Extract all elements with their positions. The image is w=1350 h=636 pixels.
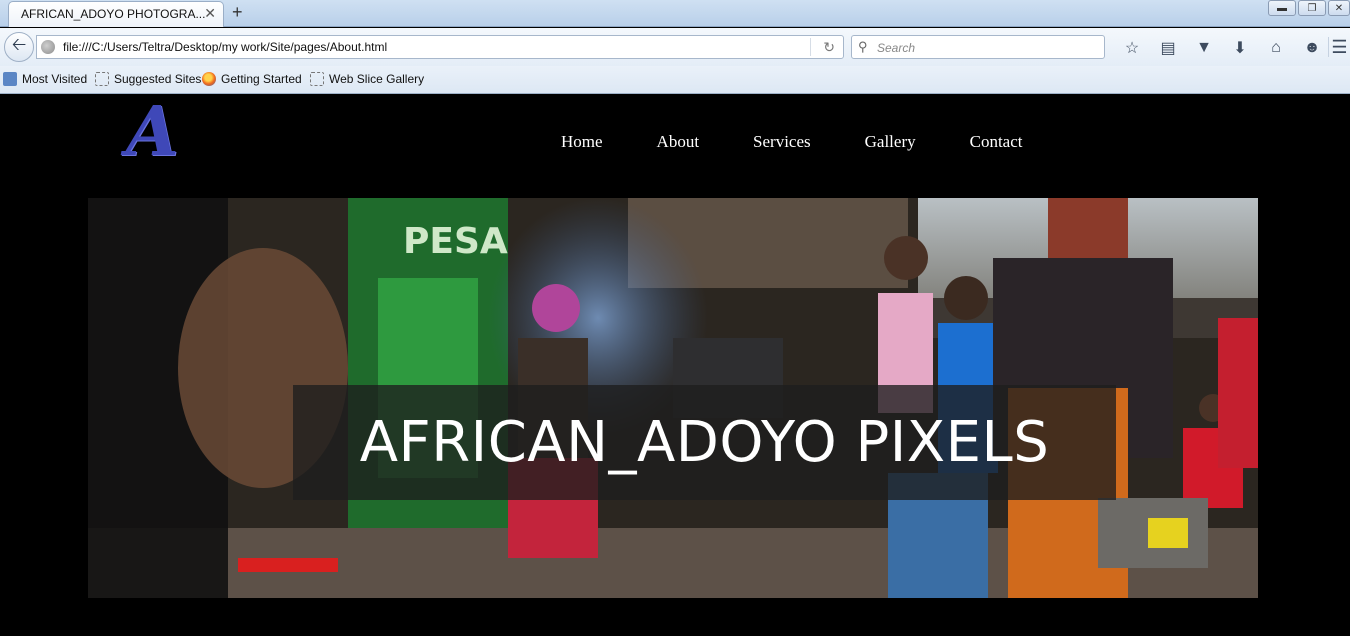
restore-icon[interactable]: ❐ xyxy=(1298,0,1326,16)
chat-icon[interactable]: ☻ xyxy=(1294,37,1330,59)
hero-image: PESA AFRICAN_ADOYO PIXELS xyxy=(88,198,1258,598)
bookmarks-toolbar: Most Visited Suggested Sites Getting Sta… xyxy=(0,66,1350,94)
bookmark-getting-started[interactable]: Getting Started xyxy=(202,72,302,86)
bookmark-label: Web Slice Gallery xyxy=(329,72,425,86)
search-icon: ⚲ xyxy=(858,39,868,54)
bookmark-label: Suggested Sites xyxy=(114,72,202,86)
hamburger-menu-icon[interactable]: ☰ xyxy=(1328,37,1350,57)
pocket-icon[interactable]: ▼ xyxy=(1186,37,1222,59)
home-icon[interactable]: ⌂ xyxy=(1258,37,1294,59)
bookmark-most-visited[interactable]: Most Visited xyxy=(3,72,87,86)
url-bar[interactable]: file:///C:/Users/Teltra/Desktop/my work/… xyxy=(36,35,844,59)
web-slice-icon xyxy=(95,72,109,86)
bookmark-label: Most Visited xyxy=(22,72,88,86)
svg-text:PESA: PESA xyxy=(403,221,508,262)
site-logo[interactable]: A xyxy=(126,97,196,167)
tab-strip: AFRICAN_ADOYO PHOTOGRA... ✕ + ▬ ❐ ✕ xyxy=(0,0,1350,27)
window-controls: ▬ ❐ ✕ xyxy=(1268,0,1350,18)
most-visited-icon xyxy=(3,72,17,86)
nav-home[interactable]: Home xyxy=(534,132,630,152)
navigation-toolbar: 🡠 file:///C:/Users/Teltra/Desktop/my wor… xyxy=(0,28,1350,66)
nav-contact[interactable]: Contact xyxy=(943,132,1050,152)
close-window-icon[interactable]: ✕ xyxy=(1328,0,1350,16)
reading-list-icon[interactable]: ▤ xyxy=(1150,37,1186,59)
reload-icon[interactable]: ↻ xyxy=(823,39,835,56)
bookmark-star-icon[interactable]: ☆ xyxy=(1114,37,1150,59)
back-arrow-icon[interactable]: 🡠 xyxy=(4,32,34,62)
url-divider xyxy=(810,38,811,56)
site-identity-icon[interactable] xyxy=(41,40,55,54)
url-text[interactable]: file:///C:/Users/Teltra/Desktop/my work/… xyxy=(63,40,387,54)
close-tab-icon[interactable]: ✕ xyxy=(204,5,216,22)
web-slice-icon xyxy=(310,72,324,86)
download-icon[interactable]: ⬇ xyxy=(1222,37,1258,59)
bookmark-web-slice-gallery[interactable]: Web Slice Gallery xyxy=(310,72,424,86)
search-placeholder: Search xyxy=(877,41,916,55)
bookmark-label: Getting Started xyxy=(221,72,302,86)
search-input[interactable]: ⚲ Search xyxy=(851,35,1105,59)
hero-title-banner: AFRICAN_ADOYO PIXELS xyxy=(293,385,1116,500)
minimize-icon[interactable]: ▬ xyxy=(1268,0,1296,16)
site-navigation: Home About Services Gallery Contact xyxy=(534,132,1050,152)
nav-gallery[interactable]: Gallery xyxy=(838,132,943,152)
firefox-icon xyxy=(202,72,216,86)
web-page: A Home About Services Gallery Contact PE… xyxy=(0,95,1350,636)
bookmark-suggested-sites[interactable]: Suggested Sites xyxy=(95,72,201,86)
active-tab[interactable]: AFRICAN_ADOYO PHOTOGRA... ✕ xyxy=(8,1,224,27)
hero-title: AFRICAN_ADOYO PIXELS xyxy=(359,410,1050,475)
tab-title: AFRICAN_ADOYO PHOTOGRA... xyxy=(21,7,206,21)
new-tab-button[interactable]: + xyxy=(232,2,243,23)
toolbar-icons: ☆ ▤ ▼ ⬇ ⌂ ☻ xyxy=(1114,37,1330,59)
nav-about[interactable]: About xyxy=(630,132,727,152)
nav-services[interactable]: Services xyxy=(726,132,838,152)
